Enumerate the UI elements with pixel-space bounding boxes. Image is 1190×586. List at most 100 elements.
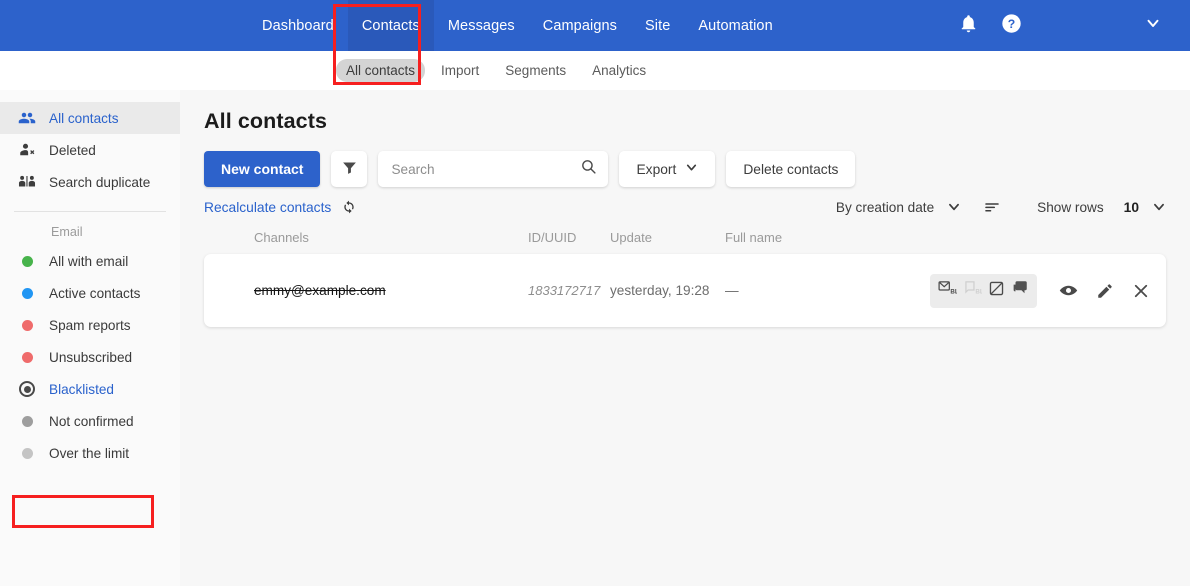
show-rows-label: Show rows bbox=[1037, 199, 1104, 215]
status-dot-green-icon bbox=[18, 252, 36, 270]
nav-label: Site bbox=[645, 17, 671, 34]
person-remove-icon bbox=[18, 141, 36, 159]
column-header-full-name: Full name bbox=[725, 230, 783, 245]
people-icon bbox=[18, 109, 36, 127]
recalculate-contacts-link[interactable]: Recalculate contacts bbox=[204, 200, 331, 215]
delete-contacts-label: Delete contacts bbox=[743, 161, 839, 177]
left-sidebar: All contacts Deleted Search duplicate Em… bbox=[0, 90, 180, 586]
top-nav-items: Dashboard Contacts Messages Campaigns Si… bbox=[248, 0, 787, 51]
sidebar-item-over-the-limit[interactable]: Over the limit bbox=[0, 437, 180, 469]
rows-chevron-down-icon[interactable] bbox=[1152, 200, 1166, 214]
notifications-bell-icon[interactable] bbox=[958, 13, 979, 39]
sidebar-item-label: Spam reports bbox=[49, 317, 131, 333]
sidebar-item-label: All with email bbox=[49, 253, 129, 269]
sidebar-item-not-confirmed[interactable]: Not confirmed bbox=[0, 405, 180, 437]
close-x-icon[interactable] bbox=[1132, 282, 1150, 300]
table-row[interactable]: emmy@example.com 1833172717 yesterday, 1… bbox=[204, 254, 1166, 327]
sidebar-item-label: Active contacts bbox=[49, 285, 141, 301]
sidebar-item-label: Deleted bbox=[49, 142, 96, 158]
blacklisted-ring-icon bbox=[18, 380, 36, 398]
nav-item-automation[interactable]: Automation bbox=[684, 0, 786, 51]
status-dot-red-icon bbox=[18, 316, 36, 334]
sidebar-item-all-with-email[interactable]: All with email bbox=[0, 245, 180, 277]
table-header-row: Channels ID/UUID Update Full name bbox=[204, 230, 1166, 245]
nav-item-site[interactable]: Site bbox=[631, 0, 684, 51]
sub-nav-items: All contacts Import Segments Analytics bbox=[336, 59, 656, 82]
nav-item-campaigns[interactable]: Campaigns bbox=[529, 0, 631, 51]
page-title: All contacts bbox=[204, 109, 328, 133]
channel-status-badges: BL BL bbox=[930, 273, 1037, 308]
column-header-channels: Channels bbox=[254, 230, 309, 245]
top-navigation-bar: Dashboard Contacts Messages Campaigns Si… bbox=[0, 0, 1190, 51]
filter-button[interactable] bbox=[331, 151, 368, 187]
sms-blacklisted-disabled-icon: BL bbox=[963, 279, 984, 303]
tab-analytics[interactable]: Analytics bbox=[582, 59, 656, 82]
nav-label: Automation bbox=[698, 17, 773, 34]
column-header-id-uuid: ID/UUID bbox=[528, 230, 577, 245]
tab-segments[interactable]: Segments bbox=[495, 59, 576, 82]
new-contact-button[interactable]: New contact bbox=[204, 151, 321, 187]
email-blacklisted-icon: BL bbox=[938, 279, 959, 303]
sidebar-item-label: Blacklisted bbox=[49, 381, 114, 397]
contacts-toolbar: New contact Export Delete contacts bbox=[204, 151, 1166, 187]
cell-update: yesterday, 19:28 bbox=[610, 283, 710, 298]
sidebar-item-search-duplicate[interactable]: Search duplicate bbox=[0, 166, 180, 198]
refresh-icon[interactable] bbox=[341, 199, 357, 215]
main-content-area: All contacts New contact Export Delete c… bbox=[180, 90, 1190, 586]
sidebar-item-active-contacts[interactable]: Active contacts bbox=[0, 277, 180, 309]
status-dot-grey-icon bbox=[18, 412, 36, 430]
cell-full-name: — bbox=[725, 283, 739, 298]
sidebar-item-label: Over the limit bbox=[49, 445, 130, 461]
sidebar-item-unsubscribed[interactable]: Unsubscribed bbox=[0, 341, 180, 373]
sidebar-item-spam-reports[interactable]: Spam reports bbox=[0, 309, 180, 341]
sort-chevron-down-icon[interactable] bbox=[947, 200, 961, 214]
top-nav-right-actions: ? bbox=[958, 0, 1190, 51]
cell-channel-email: emmy@example.com bbox=[254, 283, 386, 298]
column-header-update: Update bbox=[610, 230, 652, 245]
sidebar-item-blacklisted[interactable]: Blacklisted bbox=[0, 373, 180, 405]
export-label: Export bbox=[636, 161, 677, 177]
sort-order-icon[interactable] bbox=[983, 198, 1001, 216]
row-action-buttons bbox=[1059, 281, 1150, 300]
sub-navigation-bar: All contacts Import Segments Analytics bbox=[0, 51, 1190, 90]
duplicate-people-icon bbox=[18, 173, 36, 191]
sidebar-group-label-email: Email bbox=[51, 225, 83, 239]
svg-text:?: ? bbox=[1008, 16, 1015, 30]
nav-label: Contacts bbox=[361, 17, 420, 34]
chat-bubble-icon bbox=[1011, 279, 1029, 302]
sidebar-item-all-contacts[interactable]: All contacts bbox=[0, 102, 180, 134]
tab-all-contacts[interactable]: All contacts bbox=[336, 59, 426, 82]
edit-pencil-icon[interactable] bbox=[1096, 282, 1114, 300]
rows-count-value[interactable]: 10 bbox=[1124, 200, 1139, 215]
sidebar-item-deleted[interactable]: Deleted bbox=[0, 134, 180, 166]
cell-id-uuid: 1833172717 bbox=[528, 283, 601, 298]
view-eye-icon[interactable] bbox=[1059, 281, 1078, 300]
tab-import[interactable]: Import bbox=[431, 59, 489, 82]
nav-label: Dashboard bbox=[262, 17, 334, 34]
search-box[interactable] bbox=[378, 151, 609, 187]
nav-label: Messages bbox=[447, 17, 515, 34]
sort-and-rows-controls: By creation date Show rows 10 bbox=[836, 198, 1166, 216]
nav-item-dashboard[interactable]: Dashboard bbox=[248, 0, 348, 51]
svg-text:BL: BL bbox=[950, 288, 957, 295]
row-actions: BL BL bbox=[930, 273, 1150, 308]
sidebar-divider bbox=[14, 211, 166, 212]
sort-by-label[interactable]: By creation date bbox=[836, 200, 934, 215]
nav-item-messages[interactable]: Messages bbox=[434, 0, 529, 51]
search-input[interactable] bbox=[391, 161, 581, 177]
account-chevron-down-icon[interactable] bbox=[1144, 14, 1162, 37]
export-button[interactable]: Export bbox=[619, 151, 716, 187]
status-dot-blue-icon bbox=[18, 284, 36, 302]
sidebar-item-label: Search duplicate bbox=[49, 174, 151, 190]
nav-item-contacts[interactable]: Contacts bbox=[347, 0, 434, 51]
secondary-toolbar: Recalculate contacts By creation date Sh… bbox=[204, 198, 1166, 216]
chevron-down-icon bbox=[685, 161, 698, 177]
sidebar-item-label: All contacts bbox=[49, 110, 119, 126]
help-question-icon[interactable]: ? bbox=[1001, 13, 1022, 39]
search-icon[interactable] bbox=[580, 158, 597, 180]
push-disabled-icon bbox=[988, 280, 1005, 302]
svg-text:BL: BL bbox=[975, 288, 982, 295]
nav-label: Campaigns bbox=[542, 17, 618, 34]
status-dot-red-icon bbox=[18, 348, 36, 366]
delete-contacts-button[interactable]: Delete contacts bbox=[726, 151, 856, 187]
